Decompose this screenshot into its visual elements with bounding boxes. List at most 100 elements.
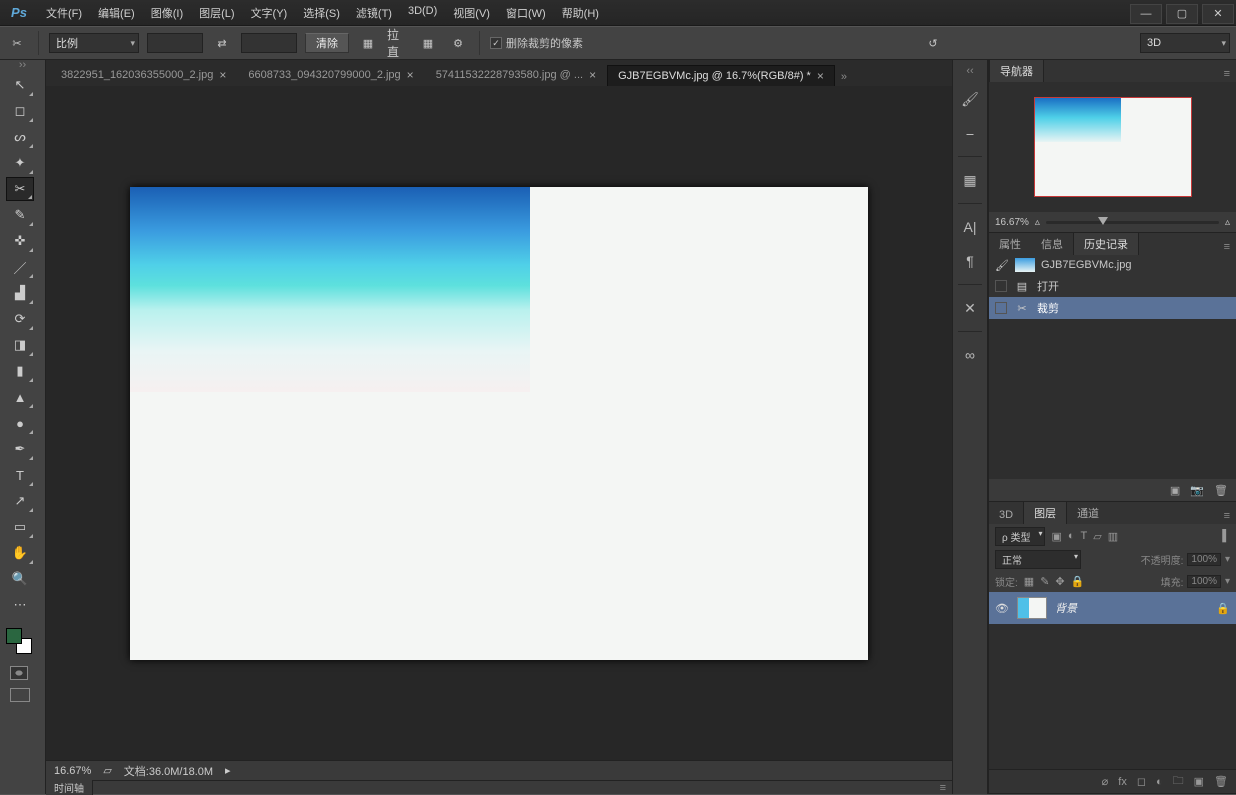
- menu-filter[interactable]: 滤镜(T): [348, 1, 400, 25]
- character-panel-icon[interactable]: A|: [958, 216, 982, 238]
- straighten-icon[interactable]: ▦: [357, 32, 379, 54]
- panel-menu-icon[interactable]: ≡: [1218, 239, 1236, 255]
- close-tab-icon[interactable]: ×: [407, 68, 414, 82]
- menu-help[interactable]: 帮助(H): [554, 1, 607, 25]
- timeline-tab[interactable]: 时间轴: [46, 780, 93, 795]
- healing-brush-tool[interactable]: ✜: [6, 229, 34, 253]
- foreground-color[interactable]: [6, 628, 22, 644]
- canvas-viewport[interactable]: [46, 86, 952, 760]
- panel-menu-icon[interactable]: ≡: [1218, 66, 1236, 82]
- fill-dd-icon[interactable]: ▾: [1225, 576, 1230, 587]
- snapshot-icon[interactable]: 📷: [1190, 484, 1204, 497]
- lock-all-icon[interactable]: 🔒: [1071, 575, 1085, 588]
- create-document-icon[interactable]: ▣: [1170, 484, 1180, 497]
- fill-value[interactable]: 100%: [1187, 575, 1221, 588]
- layer-item[interactable]: 👁 背景 🔒: [989, 592, 1236, 624]
- opacity-value[interactable]: 100%: [1187, 553, 1221, 566]
- document-tab[interactable]: 3822951_162036355000_2.jpg×: [50, 64, 237, 86]
- history-state-box[interactable]: [995, 280, 1007, 292]
- zoom-value[interactable]: 16.67%: [54, 765, 91, 777]
- libraries-panel-icon[interactable]: ∞: [958, 344, 982, 366]
- menu-file[interactable]: 文件(F): [38, 1, 90, 25]
- zoom-in-icon[interactable]: ▵: [1225, 217, 1230, 228]
- hand-tool[interactable]: ✋: [6, 541, 34, 565]
- color-swatches[interactable]: [6, 628, 32, 654]
- filter-shape-icon[interactable]: ▱: [1093, 530, 1101, 543]
- history-state-box[interactable]: [995, 302, 1007, 314]
- filter-pixel-icon[interactable]: ▣: [1051, 530, 1061, 543]
- brush-tool[interactable]: ／: [6, 255, 34, 279]
- navigator-preview[interactable]: [989, 82, 1236, 212]
- menu-3d[interactable]: 3D(D): [400, 1, 445, 25]
- document-tab-active[interactable]: GJB7EGBVMc.jpg @ 16.7%(RGB/8#) *×: [607, 65, 835, 86]
- maximize-button[interactable]: ▢: [1166, 4, 1198, 24]
- layer-thumb[interactable]: [1017, 597, 1047, 619]
- magic-wand-tool[interactable]: ✦: [6, 151, 34, 175]
- filter-toggle-icon[interactable]: ▌: [1222, 530, 1230, 542]
- filter-type-icon[interactable]: T: [1081, 530, 1088, 542]
- doc-size[interactable]: 文档:36.0M/18.0M: [124, 763, 213, 779]
- menu-layer[interactable]: 图层(L): [191, 1, 242, 25]
- path-select-tool[interactable]: ↗: [6, 489, 34, 513]
- delete-state-icon[interactable]: 🗑: [1214, 484, 1228, 497]
- lock-position-icon[interactable]: ✥: [1055, 575, 1064, 588]
- swap-dimensions-icon[interactable]: ⇄: [211, 32, 233, 54]
- zoom-tool[interactable]: 🔍: [6, 567, 34, 591]
- filter-adjust-icon[interactable]: ◐: [1068, 530, 1075, 542]
- dodge-tool[interactable]: ●: [6, 411, 34, 435]
- lasso-tool[interactable]: ᔕ: [6, 125, 34, 149]
- clone-stamp-tool[interactable]: ▟: [6, 281, 34, 305]
- menu-type[interactable]: 文字(Y): [243, 1, 296, 25]
- navigator-tab[interactable]: 导航器: [989, 59, 1044, 82]
- history-item-selected[interactable]: ✂ 裁剪: [989, 297, 1236, 319]
- lock-icon[interactable]: 🔒: [1216, 602, 1230, 615]
- crop-tool[interactable]: ✂: [6, 177, 34, 201]
- history-source[interactable]: 🖌 GJB7EGBVMc.jpg: [989, 255, 1236, 275]
- blur-tool[interactable]: ▲: [6, 385, 34, 409]
- eyedropper-tool[interactable]: ✎: [6, 203, 34, 227]
- delete-layer-icon[interactable]: 🗑: [1214, 775, 1228, 788]
- close-tab-icon[interactable]: ×: [589, 68, 596, 82]
- panel-expand-icon[interactable]: ‹‹: [966, 66, 973, 76]
- edit-toolbar[interactable]: ⋯: [6, 593, 34, 617]
- marquee-tool[interactable]: ◻: [6, 99, 34, 123]
- panel-menu-icon[interactable]: ≡: [1218, 508, 1236, 524]
- zoom-popup-icon[interactable]: ▱: [103, 764, 111, 777]
- history-item[interactable]: ▤ 打开: [989, 275, 1236, 297]
- canvas[interactable]: [130, 187, 868, 660]
- info-tab[interactable]: 信息: [1031, 233, 1073, 255]
- brush-panel-icon[interactable]: 🖌: [958, 88, 982, 110]
- crop-height-input[interactable]: [241, 33, 297, 53]
- group-icon[interactable]: 🗀: [1173, 772, 1184, 791]
- delete-cropped-checkbox[interactable]: ✓ 删除裁剪的像素: [490, 35, 583, 51]
- opacity-dd-icon[interactable]: ▾: [1225, 554, 1230, 565]
- tool-preset-icon[interactable]: ✂: [6, 32, 28, 54]
- actions-panel-icon[interactable]: ✕: [958, 297, 982, 319]
- blend-mode-dropdown[interactable]: 正常: [995, 550, 1081, 569]
- link-layers-icon[interactable]: ⌀: [1102, 775, 1109, 788]
- tool-expand-icon[interactable]: ››: [0, 60, 45, 70]
- tabs-overflow-icon[interactable]: »: [835, 68, 853, 86]
- properties-tab[interactable]: 属性: [989, 233, 1031, 255]
- menu-window[interactable]: 窗口(W): [498, 1, 554, 25]
- workspace-dropdown[interactable]: 3D: [1140, 33, 1230, 53]
- zoom-slider[interactable]: [1046, 221, 1219, 224]
- clear-button[interactable]: 清除: [305, 33, 349, 53]
- crop-ratio-dropdown[interactable]: 比例: [49, 33, 139, 53]
- type-tool[interactable]: T: [6, 463, 34, 487]
- paragraph-panel-icon[interactable]: ¶: [958, 250, 982, 272]
- channels-tab[interactable]: 通道: [1067, 502, 1109, 524]
- brush-presets-icon[interactable]: ⎯: [958, 122, 982, 144]
- crop-width-input[interactable]: [147, 33, 203, 53]
- crop-options-icon[interactable]: ⚙: [447, 32, 469, 54]
- menu-select[interactable]: 选择(S): [295, 1, 348, 25]
- zoom-out-icon[interactable]: ▵: [1035, 217, 1040, 228]
- overlay-options-icon[interactable]: ▦: [417, 32, 439, 54]
- layers-tab[interactable]: 图层: [1023, 501, 1067, 524]
- pen-tool[interactable]: ✒: [6, 437, 34, 461]
- visibility-icon[interactable]: 👁: [995, 602, 1009, 615]
- lock-transparency-icon[interactable]: ▦: [1024, 575, 1034, 588]
- quick-mask-toggle[interactable]: [10, 666, 28, 680]
- clone-source-icon[interactable]: ▦: [958, 169, 982, 191]
- close-button[interactable]: ✕: [1202, 4, 1234, 24]
